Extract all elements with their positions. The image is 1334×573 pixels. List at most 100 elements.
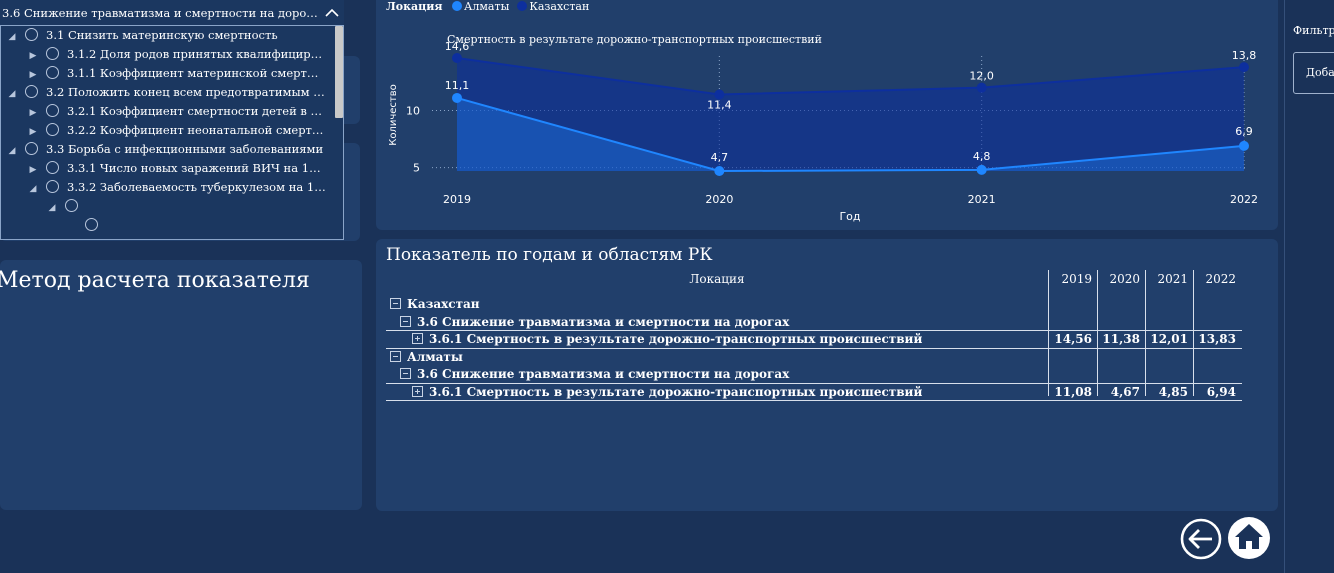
- slicer-item-label: 3.2.2 Коэффициент неонатальной смертно..…: [67, 123, 326, 137]
- x-axis-title: Год: [839, 210, 860, 223]
- collapse-minus-icon[interactable]: [400, 315, 411, 327]
- x-tick-label: 2019: [443, 193, 471, 206]
- indicator-slicer[interactable]: ◢ 3.1 Снизить материнскую смертность ▶ 3.1.…: [0, 0, 344, 240]
- table-cell-value: 13,83: [1198, 332, 1236, 346]
- slicer-tree-item[interactable]: ▶ 3.1.2 Доля родов принятых квалифицирова…: [28, 45, 326, 64]
- expand-plus-icon[interactable]: [412, 333, 423, 344]
- slicer-item-label: 3.2 Положить конец всем предотвратимым с…: [46, 85, 326, 99]
- radio-circle-icon[interactable]: [46, 104, 59, 117]
- slicer-tree-item[interactable]: ◢ 3.3.2 Заболеваемость туберкулезом на 10…: [28, 178, 326, 197]
- filter-pane-label: Фильтр: [1293, 24, 1334, 37]
- row-label: 3.6 Снижение травматизма и смертности на…: [417, 314, 790, 329]
- method-card: [0, 260, 362, 510]
- slicer-selected-value: 3.6 Снижение травматизма и смертности на…: [2, 6, 320, 20]
- collapse-minus-icon[interactable]: [390, 298, 401, 309]
- slicer-tree-item[interactable]: ◢ 3.1 Снизить материнскую смертность: [7, 26, 278, 45]
- data-label: 13,8: [1232, 49, 1257, 62]
- slicer-item-label: 3.1.2 Доля родов принятых квалифицирова.…: [67, 47, 326, 61]
- row-label: 3.6.1 Смертность в результате дорожно-тр…: [429, 332, 923, 346]
- table-cell-value: 12,01: [1150, 332, 1188, 346]
- radio-circle-icon[interactable]: [46, 180, 59, 193]
- collapse-arrow-icon[interactable]: ◢: [7, 142, 17, 161]
- data-label: 11,1: [445, 79, 470, 92]
- data-label: 11,4: [707, 99, 732, 112]
- radio-circle-icon[interactable]: [46, 123, 59, 136]
- table-row[interactable]: 3.6.1 Смертность в результате дорожно-тр…: [412, 331, 922, 348]
- slicer-tree-item[interactable]: [67, 216, 106, 235]
- data-point: [452, 53, 462, 63]
- table-group-row[interactable]: 3.6 Снижение травматизма и смертности на…: [400, 366, 789, 383]
- slicer-item-label: 3.3.2 Заболеваемость туберкулезом на 100…: [67, 180, 326, 194]
- row-label: Алматы: [407, 349, 463, 364]
- radio-circle-icon[interactable]: [85, 218, 98, 231]
- radio-circle-icon[interactable]: [46, 66, 59, 79]
- collapse-arrow-icon[interactable]: ◢: [47, 199, 57, 218]
- row-label: Казахстан: [407, 297, 480, 311]
- collapse-arrow-icon[interactable]: ◢: [7, 85, 17, 104]
- add-filter-button[interactable]: Доба: [1293, 52, 1334, 94]
- data-label: 12,0: [969, 70, 994, 83]
- expand-plus-icon[interactable]: [412, 385, 423, 397]
- column-header-year[interactable]: 2021: [1145, 271, 1188, 288]
- radio-circle-icon[interactable]: [25, 28, 38, 41]
- table-title: Показатель по годам и областям РК: [386, 245, 713, 265]
- column-header-location[interactable]: Локация: [386, 271, 1048, 288]
- radio-circle-icon[interactable]: [25, 85, 38, 98]
- x-tick-label: 2022: [1230, 193, 1258, 206]
- chevron-up-icon[interactable]: [324, 5, 340, 21]
- slicer-tree-item[interactable]: ▶ 3.1.1 Коэффициент материнской смертнос.…: [28, 64, 326, 83]
- slicer-dropdown-header[interactable]: 3.6 Снижение травматизма и смертности на…: [0, 0, 344, 26]
- row-label: 3.6 Снижение травматизма и смертности на…: [417, 367, 790, 381]
- collapse-minus-icon[interactable]: [390, 350, 401, 362]
- table-cell-value: 4,67: [1110, 384, 1140, 399]
- slicer-tree-item[interactable]: ▶ 3.3.1 Число новых заражений ВИЧ на 1000…: [28, 159, 326, 178]
- radio-circle-icon[interactable]: [25, 142, 38, 155]
- x-tick-label: 2020: [705, 193, 733, 206]
- data-point: [976, 82, 987, 93]
- mortality-area-chart: Смертность в результате дорожно-транспор…: [388, 33, 1258, 223]
- home-button[interactable]: [1227, 516, 1271, 560]
- table-group-row[interactable]: 3.6 Снижение травматизма и смертности на…: [400, 314, 789, 331]
- table-group-row[interactable]: Алматы: [390, 349, 463, 366]
- row-label: 3.6.1 Смертность в результате дорожно-тр…: [429, 384, 923, 399]
- slicer-tree-item[interactable]: ▶ 3.2.2 Коэффициент неонатальной смертно.…: [28, 121, 326, 140]
- radio-circle-icon[interactable]: [46, 47, 59, 60]
- slicer-tree-item[interactable]: ◢: [47, 197, 86, 216]
- data-label: 14,6: [445, 40, 470, 53]
- collapse-arrow-icon[interactable]: ◢: [7, 28, 17, 47]
- row-divider: [386, 347, 1242, 349]
- radio-circle-icon[interactable]: [65, 199, 78, 212]
- data-point: [452, 92, 462, 103]
- slicer-item-label: 3.1 Снизить материнскую смертность: [46, 28, 278, 42]
- data-point: [976, 164, 987, 175]
- data-point: [1239, 62, 1249, 73]
- y-tick-label: 10: [406, 105, 420, 118]
- collapse-arrow-icon[interactable]: ◢: [28, 180, 38, 199]
- slicer-item-label: 3.3.1 Число новых заражений ВИЧ на 1000 …: [67, 161, 326, 175]
- slicer-tree-item[interactable]: ◢ 3.2 Положить конец всем предотвратимым …: [7, 83, 326, 102]
- data-point: [714, 166, 725, 176]
- back-button[interactable]: [1180, 518, 1222, 560]
- arrow-left-circle-icon: [1180, 518, 1222, 560]
- table-row[interactable]: 3.6.1 Смертность в результате дорожно-тр…: [412, 384, 922, 401]
- collapse-minus-icon[interactable]: [400, 368, 411, 379]
- slicer-tree-item[interactable]: ◢ 3.3 Борьба с инфекционными заболеваниям…: [7, 140, 323, 159]
- table-group-row[interactable]: Казахстан: [390, 296, 480, 313]
- data-label: 6,9: [1235, 125, 1253, 138]
- table-cell-value: 4,85: [1158, 384, 1188, 399]
- method-title: Метод расчета показателя: [0, 268, 310, 293]
- radio-circle-icon[interactable]: [46, 161, 59, 174]
- slicer-tree-item[interactable]: ▶ 3.2.1 Коэффициент смертности детей в во…: [28, 102, 326, 121]
- slicer-item-label: 3.2.1 Коэффициент смертности детей в воз…: [67, 104, 326, 118]
- slicer-scrollbar[interactable]: [335, 26, 343, 118]
- table-cell-value: 6,94: [1206, 384, 1236, 399]
- table-cell-value: 11,38: [1102, 332, 1140, 346]
- data-label: 4,8: [973, 150, 991, 163]
- column-header-year[interactable]: 2022: [1193, 271, 1236, 288]
- column-header-year[interactable]: 2020: [1097, 271, 1140, 288]
- slicer-item-label: 3.1.1 Коэффициент материнской смертнос..…: [67, 66, 326, 80]
- slicer-item-label: 3.3 Борьба с инфекционными заболеваниями: [46, 142, 324, 156]
- y-tick-label: 5: [413, 162, 420, 175]
- x-tick-label: 2021: [968, 193, 996, 206]
- column-header-year[interactable]: 2019: [1048, 271, 1092, 288]
